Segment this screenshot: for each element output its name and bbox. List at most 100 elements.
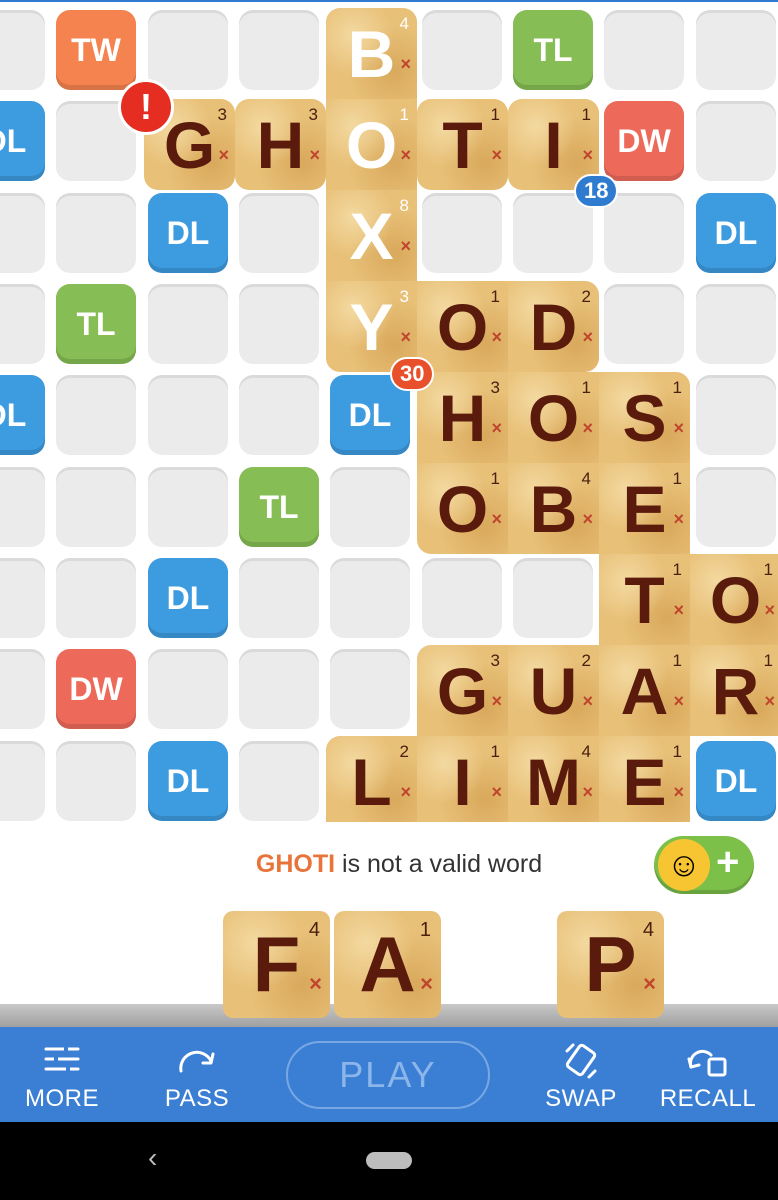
home-icon[interactable] [366,1152,412,1169]
board-cell[interactable] [0,193,45,273]
board-cell[interactable] [696,101,776,181]
board-tile-s: S 1 × [599,372,690,463]
bonus-dl-square[interactable]: DL [0,101,45,181]
bonus-tl-square[interactable]: TL [56,284,136,364]
board-cell[interactable] [422,558,502,638]
x-mark-icon: × [491,782,502,802]
x-mark-icon: × [582,782,593,802]
tile-letter: E [622,471,667,546]
previous-score-badge: 30 [390,357,435,391]
bonus-tl-square[interactable]: TL [513,10,593,90]
bonus-dl-square[interactable]: DL [148,193,228,273]
board-cell[interactable] [56,558,136,638]
board-tile-i: I 1 × [417,736,508,822]
tile-letter: I [544,107,563,182]
board-cell[interactable] [56,375,136,455]
bonus-dl-square[interactable]: DL [148,558,228,638]
bonus-dl-square[interactable]: DL [148,741,228,821]
x-mark-icon: × [491,327,502,347]
emoji-add-button[interactable]: ☺ + [654,836,754,894]
board-cell[interactable] [56,741,136,821]
board-cell[interactable] [56,467,136,547]
tile-letter: O [709,562,762,637]
board-cell[interactable] [0,558,45,638]
board-cell[interactable] [148,649,228,729]
x-mark-icon: × [764,600,775,620]
placed-tile-h[interactable]: H 3 × [235,99,326,190]
board-cell[interactable] [0,284,45,364]
board-cell[interactable] [0,649,45,729]
tile-points: 1 [490,469,500,488]
board-tile-o: O 1 × [508,372,599,463]
x-mark-icon: × [420,971,433,996]
board-cell[interactable] [604,193,684,273]
board-cell[interactable] [239,741,319,821]
bonus-dw-square[interactable]: DW [56,649,136,729]
tile-points: 3 [217,105,227,124]
board-cell[interactable] [148,467,228,547]
x-mark-icon: × [491,691,502,711]
bonus-dl-square[interactable]: DL [696,741,776,821]
board-cell[interactable] [239,284,319,364]
board-cell[interactable] [239,375,319,455]
tile-letter: H [256,107,305,182]
rack-tile-f[interactable]: F 4 × [223,911,330,1018]
tile-letter: U [529,653,578,728]
board-cell[interactable] [0,741,45,821]
tile-letter: B [347,16,396,91]
rack-tile-p[interactable]: P 4 × [557,911,664,1018]
board-cell[interactable] [0,10,45,90]
pass-arrow-icon [175,1041,219,1085]
tile-points: 3 [399,287,409,306]
rack-tile-a[interactable]: A 1 × [334,911,441,1018]
board-cell[interactable] [696,467,776,547]
recall-tiles-icon [685,1041,731,1085]
board-cell[interactable] [148,10,228,90]
board-cell[interactable] [330,467,410,547]
x-mark-icon: × [582,327,593,347]
tile-points: 1 [672,378,682,397]
bonus-tl-square[interactable]: TL [239,467,319,547]
board-cell[interactable] [239,558,319,638]
tile-letter: O [436,289,489,364]
board-cell[interactable] [148,375,228,455]
board-cell[interactable] [239,193,319,273]
board-cell[interactable] [604,284,684,364]
board-cell[interactable] [239,10,319,90]
pass-button[interactable]: PASS [137,1027,257,1122]
current-score-badge: 18 [574,174,619,208]
board-cell[interactable] [330,649,410,729]
board-cell[interactable] [422,10,502,90]
board-cell[interactable] [0,467,45,547]
x-mark-icon: × [582,418,593,438]
play-button[interactable]: PLAY [286,1041,490,1109]
recall-button[interactable]: RECALL [648,1027,768,1122]
tile-letter: O [436,471,489,546]
bonus-tw-square[interactable]: TW [56,10,136,90]
board-cell[interactable] [422,193,502,273]
back-icon[interactable]: ‹ [148,1142,157,1174]
board-cell[interactable] [148,284,228,364]
tile-points: 2 [581,651,591,670]
board-cell[interactable] [696,284,776,364]
board-cell[interactable] [56,193,136,273]
board-cell[interactable] [330,558,410,638]
exclamation-icon[interactable]: ! [118,79,174,135]
bonus-dl-square[interactable]: DL [0,375,45,455]
tile-letter: O [345,107,398,182]
x-mark-icon: × [400,782,411,802]
tile-points: 1 [490,287,500,306]
board-cell[interactable] [604,10,684,90]
tile-letter: T [624,562,665,637]
tile-letter: T [442,107,483,182]
placed-tile-t[interactable]: T 1 × [417,99,508,190]
board-cell[interactable] [696,375,776,455]
board-cell[interactable] [696,10,776,90]
bonus-dw-square[interactable]: DW [604,101,684,181]
bonus-dl-square[interactable]: DL [696,193,776,273]
board-cell[interactable] [513,558,593,638]
swap-label: SWAP [545,1085,617,1112]
swap-button[interactable]: SWAP [521,1027,641,1122]
board-cell[interactable] [239,649,319,729]
more-button[interactable]: MORE [2,1027,122,1122]
